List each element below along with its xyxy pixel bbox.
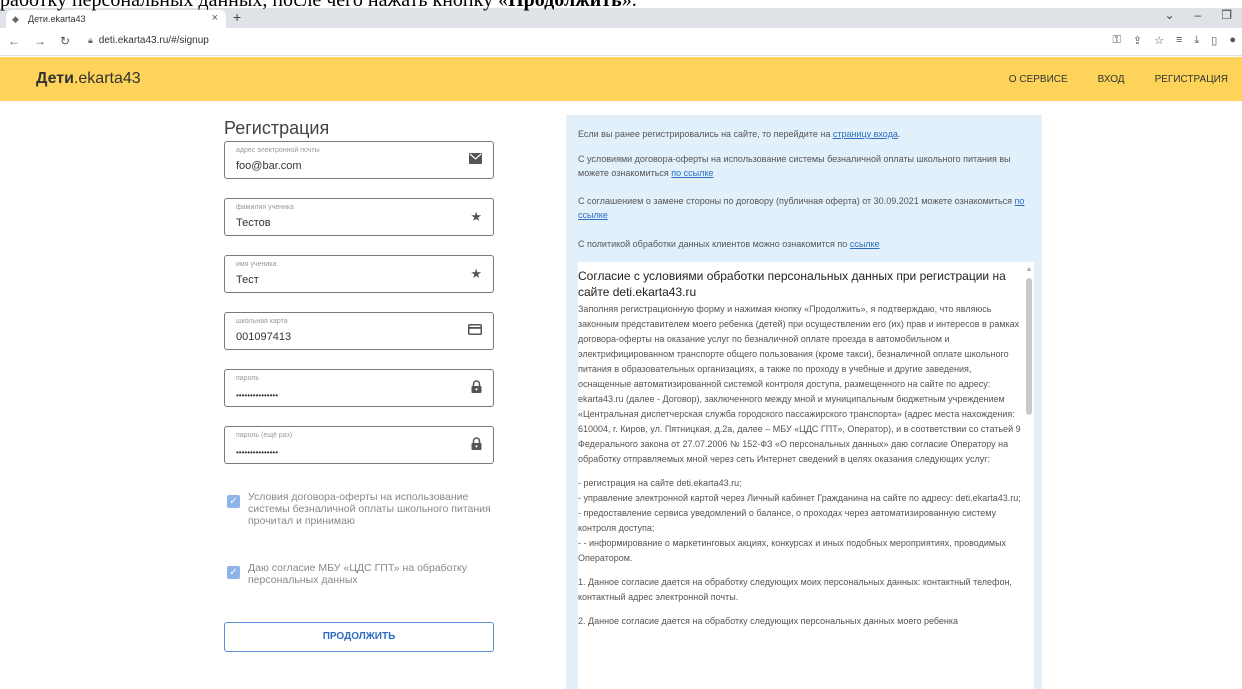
- password-confirm-field[interactable]: пароль (ещё раз) •••••••••••••••: [224, 426, 494, 464]
- field-label: школьная карта: [236, 318, 288, 325]
- card-icon: [468, 323, 482, 338]
- download-icon[interactable]: ⤓: [1194, 34, 1199, 47]
- list-item: - предоставление сервиса уведомлений о б…: [578, 508, 997, 533]
- nav-signup[interactable]: РЕГИСТРАЦИЯ: [1155, 74, 1228, 85]
- scroll-up-icon[interactable]: ▲: [1024, 266, 1034, 274]
- field-label: пароль: [236, 375, 260, 382]
- offer-link[interactable]: по ссылке: [671, 168, 713, 178]
- offer-hint: С условиями договора-оферты на использов…: [578, 154, 1011, 178]
- lock-icon: 🔒︎: [88, 35, 93, 45]
- reading-list-icon[interactable]: ≡: [1176, 34, 1182, 47]
- tab-title: Дети.ekarta43: [28, 14, 86, 24]
- policy-hint: С политикой обработки данных клиентов мо…: [578, 239, 880, 249]
- checkmark-icon[interactable]: ✓: [227, 566, 240, 579]
- lock-icon: [471, 437, 482, 453]
- list-item: - управление электронной картой через Ли…: [578, 493, 1021, 503]
- field-label: адрес электронной почты: [236, 147, 320, 154]
- email-field[interactable]: адрес электронной почты foo@bar.com: [224, 141, 494, 179]
- profile-icon[interactable]: ●: [1229, 34, 1236, 47]
- agreement-title: Согласие с условиями обработки персональ…: [578, 269, 1006, 299]
- password-field[interactable]: пароль •••••••••••••••: [224, 369, 494, 407]
- favicon-icon: ◆: [12, 14, 19, 24]
- field-value: foo@bar.com: [236, 160, 302, 172]
- address-bar: ← → ↻ 🔒︎ deti.ekarta43.ru/#/signup ⚿ ⇪ ☆…: [0, 28, 1242, 56]
- field-value: 001097413: [236, 331, 292, 343]
- continue-button[interactable]: ПРОДОЛЖИТЬ: [224, 622, 494, 652]
- personal-data-checkbox[interactable]: ✓ Даю согласие МБУ «ЦДС ГПТ» на обработк…: [227, 562, 497, 586]
- reload-icon[interactable]: ↻: [60, 34, 70, 48]
- forward-icon[interactable]: →: [34, 34, 46, 48]
- key-icon[interactable]: ⚿: [1113, 34, 1121, 47]
- offer-agreement-checkbox[interactable]: ✓ Условия договора-оферты на использован…: [227, 491, 497, 527]
- school-card-field[interactable]: школьная карта 001097413: [224, 312, 494, 350]
- lock-icon: [471, 380, 482, 396]
- field-label: фамилия ученика: [236, 204, 295, 211]
- list-item: - - информирование о маркетинговых акция…: [578, 538, 1007, 563]
- agreement-scroll-box[interactable]: Согласие с условиями обработки персональ…: [578, 262, 1034, 689]
- policy-link[interactable]: ссылке: [850, 239, 880, 249]
- field-label: пароль (ещё раз): [236, 432, 293, 439]
- checkbox-label: Условия договора-оферты на использование…: [248, 491, 491, 527]
- star-icon: ★: [470, 209, 482, 224]
- agreement-item: 2. Данное согласие дается на обработку с…: [578, 616, 959, 626]
- field-value: •••••••••••••••: [236, 448, 279, 457]
- checkbox-label: Даю согласие МБУ «ЦДС ГПТ» на обработку …: [248, 562, 468, 586]
- login-link[interactable]: страницу входа: [833, 129, 898, 139]
- agreement-body: Заполняя регистрационную форму и нажимая…: [578, 302, 1021, 638]
- agreement-paragraph: Заполняя регистрационную форму и нажимая…: [578, 304, 1021, 464]
- sidepanel-icon[interactable]: ▯: [1211, 34, 1217, 47]
- close-tab-icon[interactable]: ×: [212, 12, 218, 24]
- login-hint: Если вы ранее регистрировались на сайте,…: [578, 129, 901, 139]
- agreement-item: 1. Данное согласие дается на обработку с…: [578, 577, 1012, 602]
- back-icon[interactable]: ←: [8, 34, 20, 48]
- agreement-list: - регистрация на сайте deti.ekarta43.ru;…: [578, 476, 1021, 566]
- info-panel: Если вы ранее регистрировались на сайте,…: [566, 115, 1042, 689]
- page-title: Регистрация: [224, 118, 330, 138]
- envelope-icon: [469, 152, 482, 167]
- url-field[interactable]: 🔒︎ deti.ekarta43.ru/#/signup: [88, 35, 209, 46]
- replacement-hint: С соглашением о замене стороны по догово…: [578, 196, 1025, 220]
- star-icon[interactable]: ☆: [1154, 34, 1164, 47]
- surname-field[interactable]: фамилия ученика Тестов ★: [224, 198, 494, 236]
- browser-tabbar: ◆ Дети.ekarta43 × + ⌄ – ❐: [0, 8, 1242, 28]
- browser-tab[interactable]: ◆ Дети.ekarta43 ×: [6, 10, 226, 28]
- checkmark-icon[interactable]: ✓: [227, 495, 240, 508]
- name-field[interactable]: имя ученика Тест ★: [224, 255, 494, 293]
- field-label: имя ученика: [236, 261, 277, 268]
- star-icon: ★: [470, 266, 482, 281]
- site-header: Дети.ekarta43 О СЕРВИСЕ ВХОД РЕГИСТРАЦИЯ: [0, 57, 1242, 101]
- share-icon[interactable]: ⇪: [1133, 34, 1142, 47]
- list-item: - регистрация на сайте deti.ekarta43.ru;: [578, 478, 742, 488]
- page-caption: работку персональных данных, после чего …: [0, 0, 637, 11]
- field-value: Тестов: [236, 217, 271, 229]
- field-value: •••••••••••••••: [236, 391, 279, 400]
- nav-login[interactable]: ВХОД: [1098, 74, 1125, 85]
- field-value: Тест: [236, 274, 259, 286]
- new-tab-icon[interactable]: +: [233, 9, 241, 25]
- url-text: deti.ekarta43.ru/#/signup: [98, 35, 209, 46]
- scrollbar-thumb[interactable]: [1026, 278, 1032, 415]
- site-logo[interactable]: Дети.ekarta43: [36, 70, 141, 88]
- nav-about[interactable]: О СЕРВИСЕ: [1009, 74, 1068, 85]
